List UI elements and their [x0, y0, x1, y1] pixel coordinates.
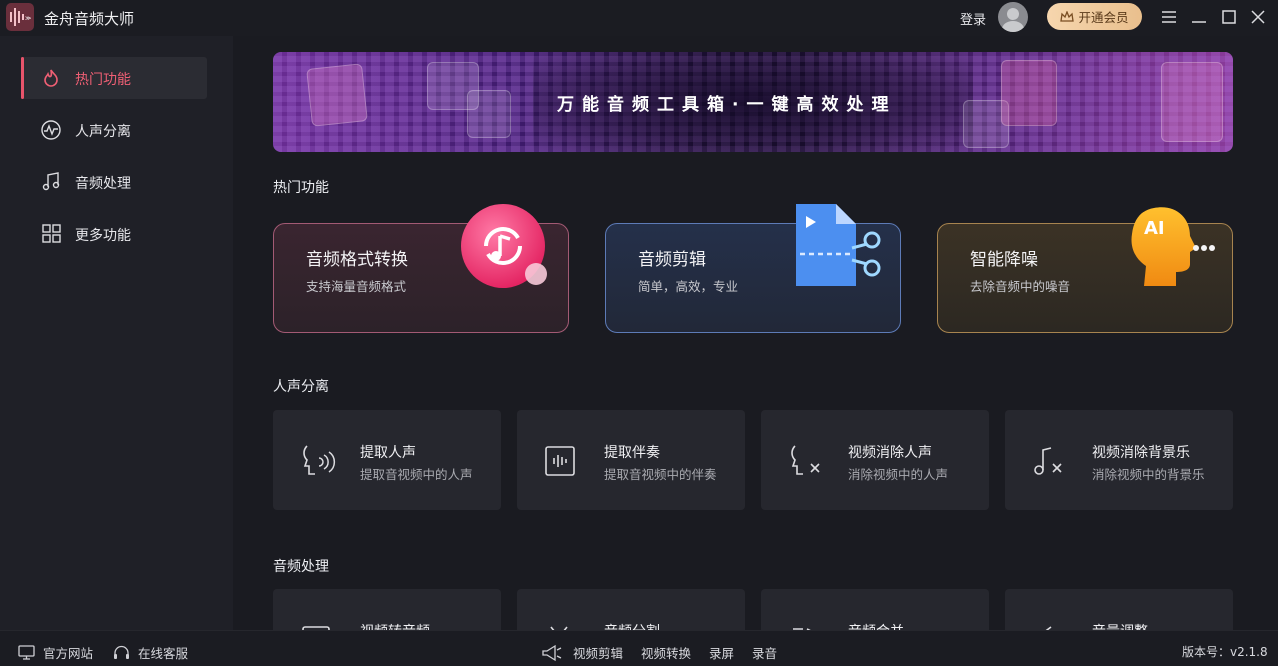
login-link[interactable]: 登录 [960, 9, 986, 28]
card-title: 音量调整 [1092, 621, 1148, 630]
tool-card-extract-accompaniment[interactable]: 提取伴奏 提取音视频中的伴奏 [517, 410, 745, 510]
volume-icon [1045, 626, 1052, 630]
section-title-hot: 热门功能 [273, 180, 329, 196]
footer-link-screen-record[interactable]: 录屏 [709, 643, 734, 662]
hot-card-audio-edit[interactable]: 音频剪辑 简单，高效，专业 [605, 204, 901, 333]
tool-card-extract-voice[interactable]: 提取人声 提取音视频中的人声 [273, 410, 501, 510]
card-title: 视频转音频 [360, 621, 430, 630]
remove-music-icon [1034, 447, 1062, 475]
sidebar-item-more[interactable]: 更多功能 [21, 213, 207, 255]
title-bar: ≫ 金舟音频大师 登录 开通会员 [0, 0, 1278, 36]
svg-text:AI: AI [1144, 218, 1165, 239]
card-title: 音频分割 [604, 621, 660, 630]
crown-icon [1060, 10, 1075, 22]
card-subtitle: 提取音视频中的伴奏 [604, 467, 717, 482]
card-title: 智能降噪 [970, 250, 1038, 270]
sidebar-item-vocal[interactable]: 人声分离 [21, 109, 207, 151]
svg-text:≫: ≫ [25, 15, 31, 22]
card-subtitle: 去除音频中的噪音 [970, 279, 1071, 294]
card-title: 音频格式转换 [306, 250, 408, 270]
hot-card-audio-convert[interactable]: 音频格式转换 支持海量音频格式 [273, 204, 569, 333]
tool-card-audio-merge[interactable]: 音频合并 [761, 589, 989, 630]
tool-card-volume-adjust[interactable]: 音量调整 [1005, 589, 1233, 630]
megaphone-icon [542, 644, 562, 661]
scissors-icon [796, 204, 881, 286]
menu-icon[interactable] [1158, 6, 1180, 28]
remove-voice-icon [791, 445, 820, 475]
grid-icon [42, 224, 61, 243]
voice-extract-icon [303, 445, 336, 475]
app-logo: ≫ [6, 3, 34, 31]
vip-button[interactable]: 开通会员 [1047, 3, 1142, 30]
banner-tile-icon [306, 63, 368, 127]
audio-convert-icon [461, 204, 547, 288]
footer-link-audio-record[interactable]: 录音 [752, 643, 777, 662]
card-title: 提取伴奏 [604, 445, 660, 461]
card-subtitle: 消除视频中的背景乐 [1092, 467, 1205, 482]
tool-card-remove-music[interactable]: 视频消除背景乐 消除视频中的背景乐 [1005, 410, 1233, 510]
website-link[interactable]: 官方网站 [18, 643, 93, 662]
section-title-vocal: 人声分离 [273, 379, 329, 395]
avatar[interactable] [998, 2, 1028, 32]
card-subtitle: 消除视频中的人声 [848, 467, 949, 482]
hot-card-denoise[interactable]: 智能降噪 去除音频中的噪音 AI [937, 207, 1233, 333]
sidebar-item-audio[interactable]: 音频处理 [21, 161, 207, 203]
app-title: 金舟音频大师 [44, 10, 135, 28]
service-link[interactable]: 在线客服 [113, 643, 188, 662]
fire-icon [44, 69, 58, 87]
tool-card-remove-voice[interactable]: 视频消除人声 消除视频中的人声 [761, 410, 989, 510]
sidebar-item-hot[interactable]: 热门功能 [21, 57, 207, 99]
tool-card-audio-split[interactable]: 音频分割 [517, 589, 745, 630]
card-subtitle: 提取音视频中的人声 [360, 467, 473, 482]
tool-card-video-to-audio[interactable]: 视频转音频 [273, 589, 501, 630]
close-icon[interactable] [1247, 6, 1269, 28]
monitor-icon [18, 645, 35, 660]
music-note-icon [42, 172, 60, 191]
microphone-icon [1001, 60, 1057, 126]
video-to-audio-icon [302, 626, 330, 630]
card-title: 视频消除背景乐 [1092, 445, 1190, 461]
card-title: 音频合并 [848, 621, 904, 630]
accompaniment-icon [545, 446, 575, 476]
card-title: 视频消除人声 [848, 445, 932, 461]
footer-link-video-convert[interactable]: 视频转换 [641, 643, 691, 662]
ai-denoise-icon: AI [1131, 207, 1215, 286]
version-label: 版本号：v2.1.8 [1182, 645, 1268, 659]
audio-split-icon [550, 626, 568, 630]
card-subtitle: 简单，高效，专业 [638, 279, 739, 294]
vip-label: 开通会员 [1078, 10, 1129, 25]
sidebar-item-label: 人声分离 [75, 124, 131, 140]
sidebar: 热门功能 人声分离 音频处理 更多功能 [0, 36, 233, 630]
status-bar: 官方网站 在线客服 视频剪辑 视频转换 录屏 录音 版本号：v2.1.8 [0, 630, 1278, 666]
sidebar-item-label: 音频处理 [75, 176, 131, 192]
audio-merge-icon [793, 628, 811, 630]
sidebar-item-label: 更多功能 [75, 228, 131, 244]
card-title: 音频剪辑 [638, 250, 706, 270]
footer-link-video-edit[interactable]: 视频剪辑 [573, 643, 623, 662]
card-subtitle: 支持海量音频格式 [306, 279, 407, 294]
banner-text: 万能音频工具箱·一键高效处理 [557, 95, 897, 115]
sidebar-item-label: 热门功能 [75, 72, 131, 88]
maximize-icon[interactable] [1218, 6, 1240, 28]
footer-links: 视频剪辑 视频转换 录屏 录音 [541, 643, 777, 662]
headset-icon [114, 645, 129, 659]
section-title-audio: 音频处理 [273, 559, 329, 575]
waveform-icon [41, 120, 61, 140]
website-label: 官方网站 [43, 646, 94, 661]
promo-banner[interactable]: 万能音频工具箱·一键高效处理 [273, 52, 1233, 152]
card-title: 提取人声 [360, 445, 416, 461]
banner-tile-icon [467, 90, 511, 138]
main-content: 万能音频工具箱·一键高效处理 热门功能 音频格式转换 支持海量音频格式 音频剪辑… [233, 36, 1278, 630]
ai-head-icon [1161, 62, 1223, 142]
service-label: 在线客服 [138, 646, 189, 661]
minimize-icon[interactable] [1188, 6, 1210, 28]
